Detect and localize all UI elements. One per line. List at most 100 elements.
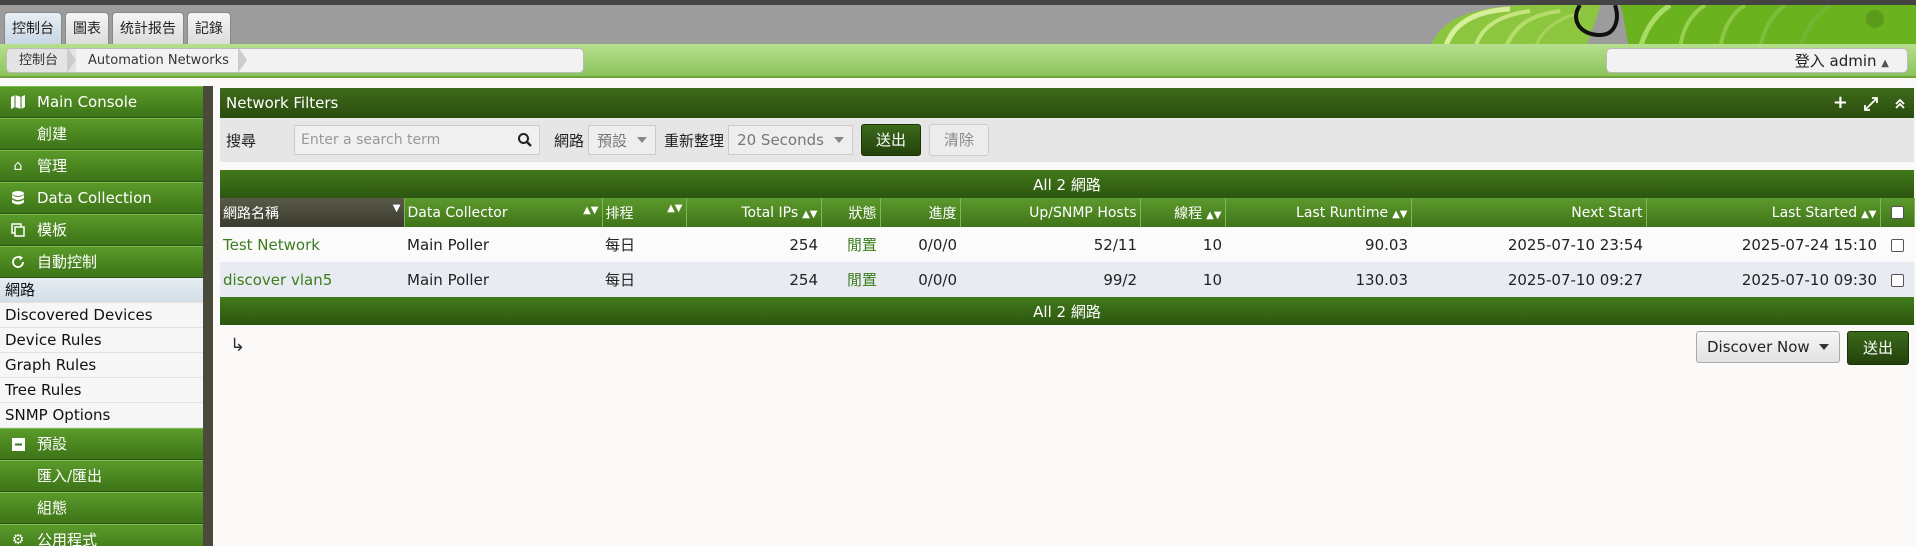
cell-threads: 10 bbox=[1140, 227, 1225, 262]
tab-reports[interactable]: 统計报告 bbox=[112, 12, 184, 44]
col-total-ips[interactable]: Total IPs ▲▼ bbox=[686, 198, 822, 227]
col-threads[interactable]: 線程 ▲▼ bbox=[1140, 198, 1226, 227]
sort-icon: ▲▼ bbox=[1861, 208, 1877, 220]
network-select[interactable]: 預設 bbox=[588, 125, 657, 155]
panel-actions: + bbox=[1833, 88, 1906, 118]
corner-arrow-icon: ↳ bbox=[230, 335, 246, 356]
network-name-link[interactable]: Test Network bbox=[220, 227, 404, 262]
row-checkbox[interactable] bbox=[1880, 227, 1914, 262]
search-placeholder: Enter a search term bbox=[301, 132, 441, 148]
table-summary-top: All 2 網路 bbox=[220, 170, 1914, 198]
sidebar-label: 匯入/匯出 bbox=[37, 467, 103, 485]
sort-icon: ▲▼ bbox=[1392, 208, 1408, 220]
col-network-name[interactable]: 網路名稱 ▼ bbox=[220, 198, 405, 227]
sidebar-splitter[interactable] bbox=[203, 86, 213, 546]
minus-square-icon bbox=[8, 429, 28, 459]
filter-bar: 搜尋 Enter a search term 網路 預設 重新整理 20 Sec… bbox=[220, 118, 1914, 162]
top-bar: 控制台 圖表 统計报告 記錄 bbox=[0, 0, 1916, 49]
refresh-label: 重新整理 bbox=[664, 131, 725, 150]
cell-next-start: 2025-07-10 23:54 bbox=[1411, 227, 1646, 262]
refresh-select[interactable]: 20 Seconds bbox=[728, 125, 853, 155]
sidebar-label: 組態 bbox=[37, 499, 68, 517]
search-icon bbox=[518, 133, 532, 147]
panel-title: Network Filters bbox=[226, 94, 339, 112]
network-name-link[interactable]: discover vlan5 bbox=[220, 262, 404, 297]
cogs-icon: ⚙ bbox=[11, 532, 25, 546]
network-label: 網路 bbox=[554, 131, 585, 150]
cell-status: 閒置 bbox=[821, 262, 880, 297]
search-label: 搜尋 bbox=[226, 131, 257, 150]
sidebar-data-collection[interactable]: Data Collection bbox=[0, 182, 203, 214]
breadcrumb-automation-networks[interactable]: Automation Networks bbox=[76, 49, 247, 72]
top-tabs: 控制台 圖表 统計报告 記錄 bbox=[4, 12, 231, 44]
col-progress: 進度 bbox=[880, 198, 961, 227]
col-status: 狀態 bbox=[821, 198, 881, 227]
sidebar-label: 模板 bbox=[37, 221, 68, 239]
network-select-value: 預設 bbox=[597, 131, 628, 150]
sidebar-create[interactable]: 創建 bbox=[0, 118, 203, 150]
chevron-down-icon bbox=[1819, 344, 1829, 350]
action-select[interactable]: Discover Now bbox=[1696, 331, 1840, 363]
cell-last-runtime: 90.03 bbox=[1225, 227, 1411, 262]
breadcrumb-console[interactable]: 控制台 bbox=[7, 49, 77, 72]
table-row[interactable]: Test Network Main Poller 每日 254 閒置 0/0/0… bbox=[220, 227, 1914, 262]
sort-desc-icon: ▼ bbox=[392, 202, 401, 214]
tab-logs[interactable]: 記錄 bbox=[187, 12, 231, 44]
sidebar-templates[interactable]: 模板 bbox=[0, 214, 203, 246]
col-last-started[interactable]: Last Started ▲▼ bbox=[1646, 198, 1881, 227]
action-row: ↳ Discover Now 送出 bbox=[220, 325, 1914, 375]
go-button[interactable]: 送出 bbox=[860, 124, 921, 156]
sidebar-item-discovered-devices[interactable]: Discovered Devices bbox=[0, 303, 203, 328]
plus-icon[interactable]: + bbox=[1833, 88, 1848, 118]
panel-header: Network Filters + bbox=[220, 88, 1914, 118]
sidebar-automation[interactable]: 自動控制 bbox=[0, 246, 203, 278]
cell-schedule: 每日 bbox=[602, 262, 686, 297]
sidebar-label: 創建 bbox=[37, 125, 68, 143]
tab-console[interactable]: 控制台 bbox=[4, 12, 62, 44]
col-data-collector[interactable]: Data Collector ▲▼ bbox=[404, 198, 603, 227]
breadcrumb: 控制台 Automation Networks bbox=[6, 48, 584, 73]
row-checkbox[interactable] bbox=[1880, 262, 1914, 297]
cell-up-snmp-hosts: 52/11 bbox=[960, 227, 1140, 262]
refresh-icon bbox=[8, 247, 28, 277]
collapse-icon[interactable] bbox=[1894, 88, 1906, 118]
network-filters-panel: Network Filters + 搜尋 Enter a search term… bbox=[220, 88, 1915, 375]
sidebar-presets[interactable]: 預設 bbox=[0, 428, 203, 460]
sidebar-item-graph-rules[interactable]: Graph Rules bbox=[0, 353, 203, 378]
cell-schedule: 每日 bbox=[602, 227, 686, 262]
expand-icon[interactable] bbox=[1864, 88, 1878, 118]
clear-button[interactable]: 清除 bbox=[928, 124, 989, 156]
sidebar-label: 自動控制 bbox=[37, 253, 98, 271]
cell-progress: 0/0/0 bbox=[880, 262, 960, 297]
sidebar-main-console[interactable]: Main Console bbox=[0, 86, 203, 118]
login-menu[interactable]: 登入 admin ▲ bbox=[1606, 48, 1908, 73]
action-select-value: Discover Now bbox=[1707, 338, 1810, 356]
select-all-checkbox[interactable] bbox=[1880, 198, 1915, 227]
sidebar-item-device-rules[interactable]: Device Rules bbox=[0, 328, 203, 353]
breadcrumb-bar: 控制台 Automation Networks 登入 admin ▲ bbox=[0, 44, 1916, 78]
cell-collector: Main Poller bbox=[404, 262, 602, 297]
sidebar-label: 預設 bbox=[37, 435, 68, 453]
cell-progress: 0/0/0 bbox=[880, 227, 960, 262]
map-icon bbox=[8, 87, 28, 117]
col-last-runtime[interactable]: Last Runtime ▲▼ bbox=[1225, 198, 1412, 227]
col-schedule[interactable]: 排程 ▲▼ bbox=[602, 198, 687, 227]
sidebar-item-tree-rules[interactable]: Tree Rules bbox=[0, 378, 203, 403]
cell-last-started: 2025-07-24 15:10 bbox=[1646, 227, 1880, 262]
sidebar-utilities[interactable]: ⚙ 公用程式 bbox=[0, 524, 203, 546]
cell-status: 閒置 bbox=[821, 227, 880, 262]
action-go-button[interactable]: 送出 bbox=[1847, 331, 1909, 365]
sidebar-label: Main Console bbox=[37, 93, 138, 111]
table-header-row: 網路名稱 ▼ Data Collector ▲▼ 排程 ▲▼ Total IPs ▲▼ … bbox=[220, 198, 1915, 227]
chevron-down-icon bbox=[833, 137, 844, 143]
search-input[interactable]: Enter a search term bbox=[294, 125, 541, 155]
tab-graphs[interactable]: 圖表 bbox=[65, 12, 109, 44]
table-row[interactable]: discover vlan5 Main Poller 每日 254 閒置 0/0… bbox=[220, 262, 1914, 297]
sidebar-configuration[interactable]: 組態 bbox=[0, 492, 203, 524]
sidebar-import-export[interactable]: 匯入/匯出 bbox=[0, 460, 203, 492]
sidebar-item-snmp-options[interactable]: SNMP Options bbox=[0, 403, 203, 428]
sidebar-item-networks[interactable]: 網路 bbox=[0, 278, 203, 303]
sidebar-management[interactable]: ⌂ 管理 bbox=[0, 150, 203, 182]
cell-total-ips: 254 bbox=[686, 262, 821, 297]
sidebar: Main Console 創建 ⌂ 管理 Data Collection 模板 … bbox=[0, 86, 203, 546]
